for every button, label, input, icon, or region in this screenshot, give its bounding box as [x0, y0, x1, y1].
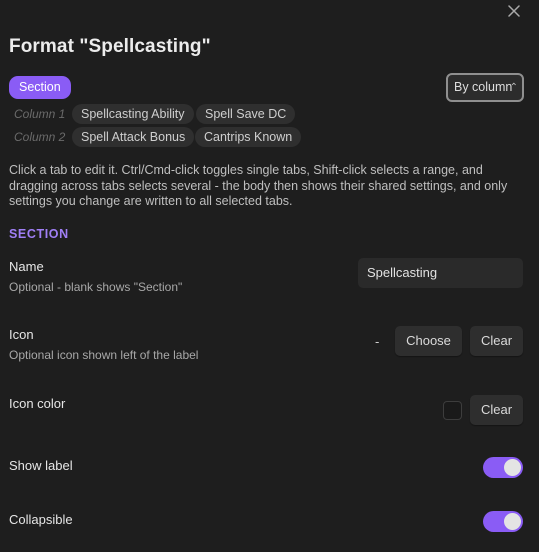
toggle-knob	[504, 459, 521, 476]
collapsible-setting-label: Collapsible	[9, 512, 73, 527]
column-2-label: Column 2	[14, 130, 66, 144]
close-icon	[508, 5, 520, 17]
clear-icon-button[interactable]: Clear	[470, 326, 523, 356]
tab-spell-attack-bonus[interactable]: Spell Attack Bonus	[72, 127, 195, 147]
dialog-title: Format "Spellcasting"	[9, 36, 211, 57]
tab-spell-save-dc[interactable]: Spell Save DC	[196, 104, 296, 124]
icon-setting-desc: Optional icon shown left of the label	[9, 348, 199, 362]
icon-color-swatch[interactable]	[443, 401, 462, 420]
section-heading: SECTION	[9, 227, 69, 241]
layout-select-value: By column	[454, 80, 513, 94]
tab-cantrips-known[interactable]: Cantrips Known	[195, 127, 302, 147]
tab-section[interactable]: Section	[9, 76, 71, 99]
name-input[interactable]: Spellcasting	[358, 258, 523, 288]
name-setting-desc: Optional - blank shows "Section"	[9, 280, 183, 294]
chevron-updown-icon: ⌃	[509, 82, 518, 93]
close-button[interactable]	[505, 2, 523, 20]
layout-select[interactable]: By column ⌃	[446, 73, 524, 102]
help-text: Click a tab to edit it. Ctrl/Cmd-click t…	[9, 163, 508, 208]
column-1-label: Column 1	[14, 107, 66, 121]
tab-spellcasting-ability[interactable]: Spellcasting Ability	[72, 104, 194, 124]
show-label-setting-label: Show label	[9, 458, 73, 473]
collapsible-toggle[interactable]	[483, 511, 523, 532]
choose-icon-button[interactable]: Choose	[395, 326, 462, 356]
name-setting-label: Name	[9, 259, 44, 274]
show-label-toggle[interactable]	[483, 457, 523, 478]
icon-current-value: -	[375, 334, 380, 349]
toggle-knob	[504, 513, 521, 530]
clear-icon-color-button[interactable]: Clear	[470, 395, 523, 425]
icon-color-setting-label: Icon color	[9, 396, 66, 411]
icon-setting-label: Icon	[9, 327, 34, 342]
